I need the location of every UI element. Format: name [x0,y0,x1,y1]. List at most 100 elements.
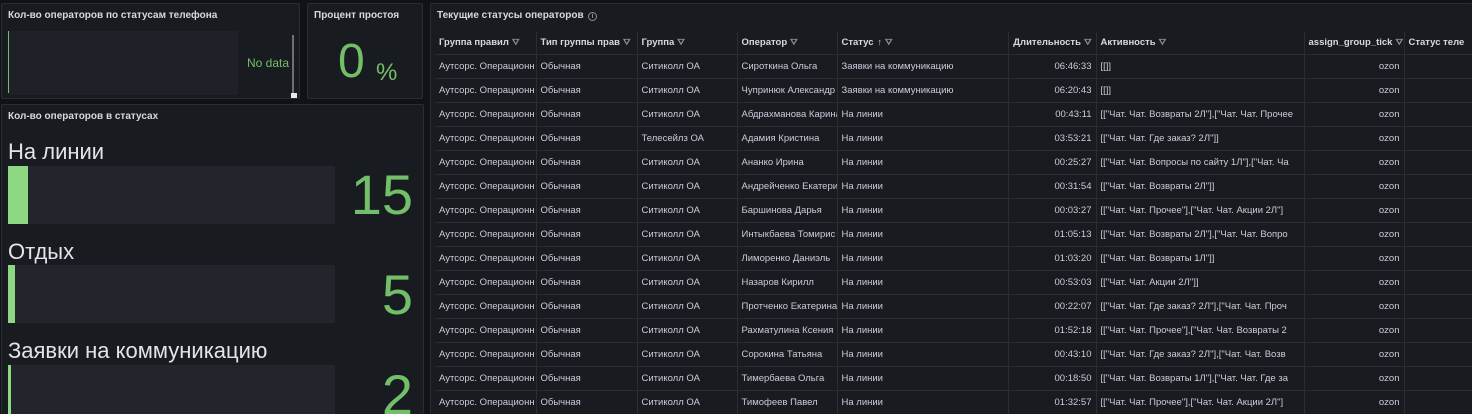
table-cell-status: На линии [837,246,1009,271]
filter-icon[interactable]: ⛛ [1395,37,1403,48]
table-cell-group-type: Обычная [536,54,638,79]
table-row[interactable]: Аутсорс. Операционн Обычная Ситиколл ОА Наз… [435,270,1472,295]
filter-icon[interactable]: ⛛ [623,37,631,48]
filter-icon[interactable]: ⛛ [677,37,685,48]
panel-title[interactable]: Кол-во операторов по статусам телефона [8,10,217,21]
resize-handle[interactable] [291,93,297,98]
table-cell-assign-group: ozon [1304,246,1405,271]
column-header-label: assign_group_tick [1308,37,1393,49]
table-row[interactable]: Аутсорс. Операционн Обычная Ситиколл ОА Тим… [435,390,1472,414]
table-cell-group-type: Обычная [536,222,638,247]
column-header-col-operator[interactable]: Оператор ⛛ [737,32,838,55]
table-cell-activity: [["Чат. Чат. Акции 2Л"]] [1096,270,1305,295]
table-cell-duration: 00:03:27 [1008,198,1097,223]
filter-icon[interactable]: ⛛ [512,37,520,48]
table-cell-operator: Тимербаева Ольга [737,366,838,391]
column-header-col-phone-status[interactable]: Статус теле [1404,32,1472,55]
table-cell-group: Ситиколл ОА [637,318,738,343]
column-header-label: Активность [1100,37,1156,49]
table-cell-rule-group: Аутсорс. Операционн [435,198,537,223]
table-row[interactable]: Аутсорс. Операционн Обычная Ситиколл ОА Инт… [435,222,1472,247]
table-cell-group: Ситиколл ОА [637,78,738,103]
table-cell-status: На линии [837,390,1009,414]
panel-current-statuses: Текущие статусы операторов i Группа прав… [430,3,1472,414]
table-cell-group: Ситиколл ОА [637,294,738,319]
table-cell-activity: [["Чат. Чат. Прочее"],["Чат. Чат. Акции … [1096,390,1305,414]
table-cell-activity: [["Чат. Чат. Прочее"],["Чат. Чат. Возвра… [1096,318,1305,343]
table-cell-activity: [["Чат. Чат. Возвраты 1Л"],["Чат. Чат. Г… [1096,366,1305,391]
table-cell-operator: Сорокина Татьяна [737,342,838,367]
table-cell-rule-group: Аутсорс. Операционн [435,246,537,271]
table-header-row: Группа правил ⛛ Тип группы прав ⛛ Группа ⛛ Опе… [435,32,1472,55]
table-cell-duration: 00:53:03 [1008,270,1097,295]
table-row[interactable]: Аутсорс. Операционн Обычная Ситиколл ОА Бар… [435,198,1472,223]
table-row[interactable]: Аутсорс. Операционн Обычная Ситиколл ОА Сир… [435,54,1472,79]
filter-icon[interactable]: ⛛ [790,37,798,48]
table-cell-assign-group: ozon [1304,126,1405,151]
filter-icon[interactable]: ⛛ [885,37,893,48]
table-row[interactable]: Аутсорс. Операционн Обычная Ситиколл ОА Абд… [435,102,1472,127]
table-cell-duration: 00:43:11 [1008,102,1097,127]
table-cell-phone-status [1404,102,1472,127]
filter-icon[interactable]: ⛛ [1159,37,1167,48]
table-cell-group: Ситиколл ОА [637,366,738,391]
column-header-col-group-type[interactable]: Тип группы прав ⛛ [536,32,638,55]
filter-icon[interactable]: ⛛ [1084,37,1092,48]
table-row[interactable]: Аутсорс. Операционн Обычная Ситиколл ОА Анд… [435,174,1472,199]
graph-area [8,31,238,95]
table-cell-rule-group: Аутсорс. Операционн [435,102,537,127]
table-row[interactable]: Аутсорс. Операционн Обычная Ситиколл ОА Рах… [435,318,1472,343]
table-cell-status: Заявки на коммуникацию [837,78,1009,103]
column-header-col-group[interactable]: Группа ⛛ [637,32,738,55]
table-cell-duration: 01:52:18 [1008,318,1097,343]
column-header-label: Статус [841,37,874,49]
table-cell-assign-group: ozon [1304,342,1405,367]
table-row[interactable]: Аутсорс. Операционн Обычная Ситиколл ОА Лим… [435,246,1472,271]
status-table-container[interactable]: Группа правил ⛛ Тип группы прав ⛛ Группа ⛛ Опе… [435,32,1472,414]
column-header-col-duration[interactable]: Длительность ⛛ [1008,32,1097,55]
table-cell-group-type: Обычная [536,78,638,103]
table-cell-operator: Баршинова Дарья [737,198,838,223]
table-row[interactable]: Аутсорс. Операционн Обычная Ситиколл ОА Ана… [435,150,1472,175]
column-header-col-activity[interactable]: Активность ⛛ [1096,32,1305,55]
table-cell-status: На линии [837,198,1009,223]
table-cell-activity: [["Чат. Чат. Где заказ? 2Л"],["Чат. Чат.… [1096,294,1305,319]
table-row[interactable]: Аутсорс. Операционн Обычная Ситиколл ОА Тим… [435,366,1472,391]
status-name: Заявки на коммуникацию [8,338,268,363]
table-cell-phone-status [1404,270,1472,295]
table-cell-duration: 06:20:43 [1008,78,1097,103]
table-cell-assign-group: ozon [1304,318,1405,343]
table-cell-group: Ситиколл ОА [637,390,738,414]
table-cell-operator: Лиморенко Даниэль [737,246,838,271]
table-row[interactable]: Аутсорс. Операционн Обычная Ситиколл ОА Сор… [435,342,1472,367]
status-count: 2 [381,363,413,414]
column-header-col-status[interactable]: Статус ↑ ⛛ [837,32,1009,55]
table-cell-assign-group: ozon [1304,54,1405,79]
table-cell-assign-group: ozon [1304,294,1405,319]
table-row[interactable]: Аутсорс. Операционн Обычная Телесейлз ОА Ад… [435,126,1472,151]
panel-operators-in-statuses: Кол-во операторов в статусах На линии 15… [1,104,424,414]
sort-ascending-icon[interactable]: ↑ [878,37,883,47]
info-icon[interactable]: i [588,12,597,21]
table-cell-phone-status [1404,294,1472,319]
table-cell-group: Ситиколл ОА [637,150,738,175]
table-cell-phone-status [1404,222,1472,247]
table-cell-assign-group: ozon [1304,102,1405,127]
table-cell-group-type: Обычная [536,342,638,367]
table-cell-rule-group: Аутсорс. Операционн [435,150,537,175]
column-header-col-assign-group[interactable]: assign_group_tick ⛛ [1304,32,1405,55]
column-header-label: Группа правил [439,37,509,49]
scrollbar[interactable] [292,35,294,93]
table-cell-status: На линии [837,294,1009,319]
table-cell-group: Ситиколл ОА [637,102,738,127]
table-row[interactable]: Аутсорс. Операционн Обычная Ситиколл ОА Чуп… [435,78,1472,103]
panel-title[interactable]: Текущие статусы операторов [437,10,584,21]
table-cell-activity: [["Чат. Чат. Вопросы по сайту 1Л"],["Чат… [1096,150,1305,175]
panel-title[interactable]: Процент простоя [314,10,399,21]
column-header-col-rule-group[interactable]: Группа правил ⛛ [435,32,537,55]
table-cell-status: На линии [837,366,1009,391]
table-row[interactable]: Аутсорс. Операционн Обычная Ситиколл ОА Про… [435,294,1472,319]
panel-title[interactable]: Кол-во операторов в статусах [8,111,158,122]
table-cell-duration: 00:43:10 [1008,342,1097,367]
table-cell-assign-group: ozon [1304,270,1405,295]
